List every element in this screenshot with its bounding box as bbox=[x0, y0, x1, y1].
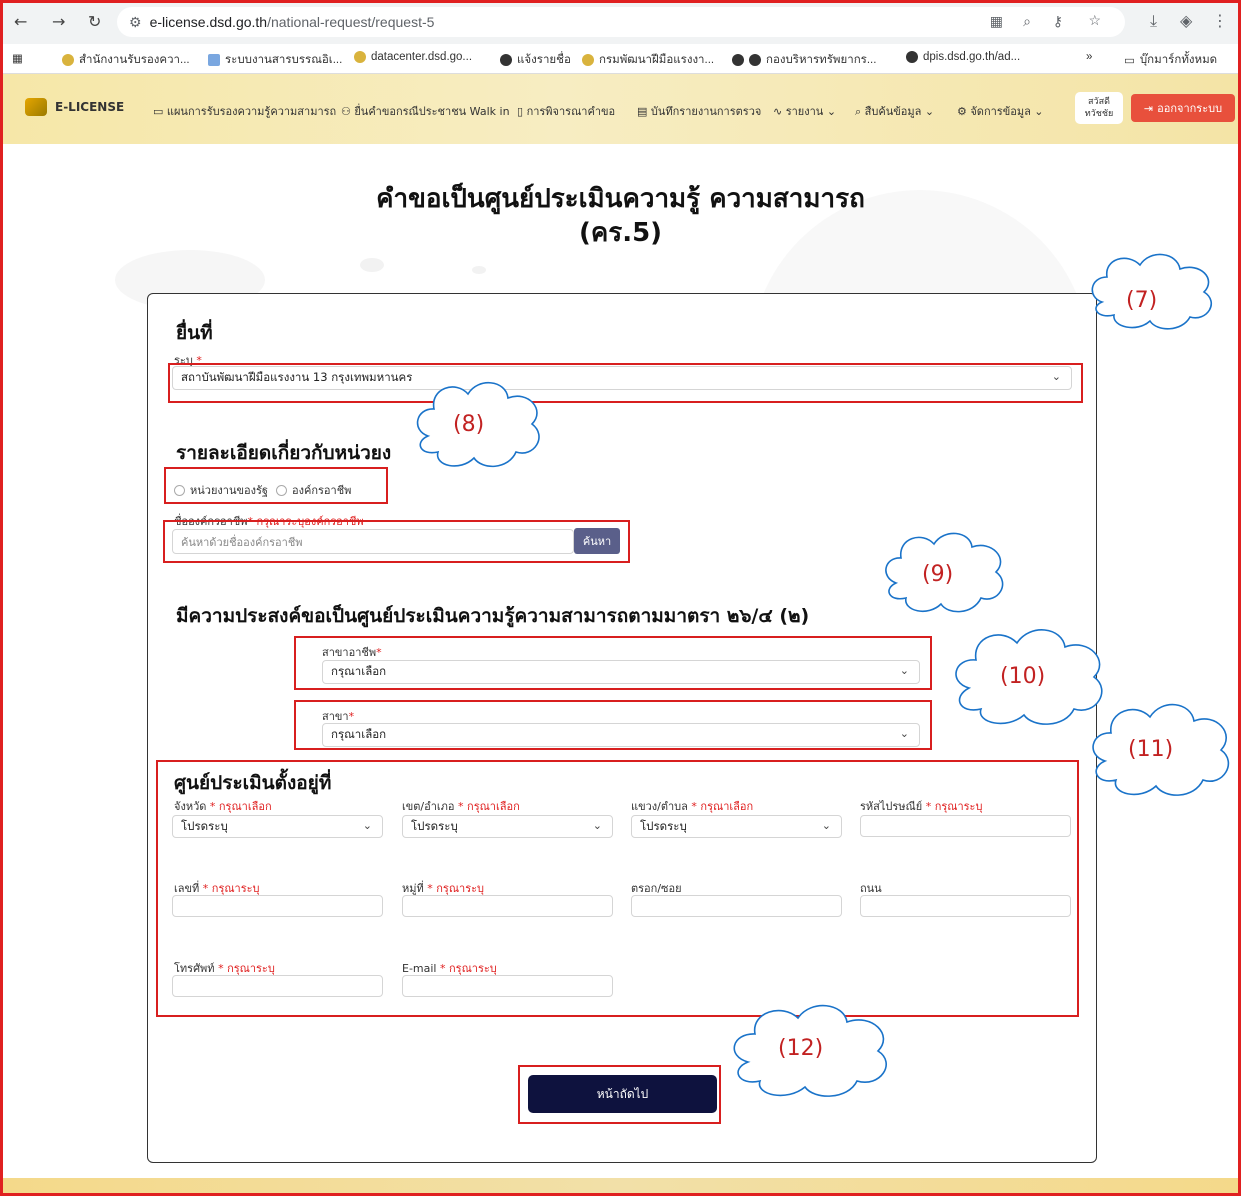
more-bookmarks-button[interactable]: » bbox=[1086, 51, 1092, 63]
page-title: คำขอเป็นศูนย์ประเมินความรู้ ความสามารถ (… bbox=[376, 184, 865, 248]
site-favicon-icon bbox=[62, 54, 74, 66]
folder-icon: ▭ bbox=[1124, 55, 1135, 67]
bookmark-item[interactable]: กองบริหารทรัพยากร... bbox=[732, 51, 876, 69]
annotation-box-radio bbox=[164, 467, 388, 504]
agency-heading: รายละเอียดเกี่ยวกับหน่วยง bbox=[176, 442, 392, 464]
nav-data-management[interactable]: ⚙ จัดการข้อมูล ⌄ bbox=[957, 102, 1044, 120]
nav-reports[interactable]: ∿ รายงาน ⌄ bbox=[773, 102, 836, 120]
bookmark-star-icon[interactable]: ☆ bbox=[1088, 12, 1101, 29]
app-logo[interactable]: E-LICENSE bbox=[25, 98, 124, 116]
annotation-label-11: (11) bbox=[1128, 737, 1174, 762]
globe-icon bbox=[732, 54, 744, 66]
annotation-label-12: (12) bbox=[778, 1036, 824, 1061]
annotation-box-9 bbox=[163, 520, 630, 563]
site-favicon-icon bbox=[354, 51, 366, 63]
annotation-box-8 bbox=[168, 363, 1083, 403]
user-greeting[interactable]: สวัสดี ทวัชชัย bbox=[1075, 92, 1123, 124]
logo-mark-icon bbox=[25, 98, 47, 116]
site-info-icon[interactable]: ⚙ bbox=[129, 14, 142, 31]
annotation-label-10: (10) bbox=[1000, 664, 1046, 689]
logout-icon: ⇥ bbox=[1143, 101, 1154, 115]
submit-at-heading: ยื่นที่ bbox=[176, 322, 213, 344]
app-header: E-LICENSE ▭ แผนการรับรองความรู้ความสามาร… bbox=[3, 74, 1238, 144]
globe-icon bbox=[500, 54, 512, 66]
url-host: e-license.dsd.go.th bbox=[149, 14, 268, 30]
back-icon[interactable]: ← bbox=[14, 12, 27, 31]
forward-icon[interactable]: → bbox=[52, 12, 65, 31]
bookmarks-bar: ▦ สำนักงานรับรองควา... ระบบงานสารบรรณอิเ… bbox=[0, 44, 1241, 74]
nav-inspection-report[interactable]: ▤ บันทึกรายงานการตรวจ bbox=[637, 102, 761, 120]
background-decor bbox=[360, 258, 384, 272]
nav-walk-in[interactable]: ⚇ ยื่นคำขอกรณีประชาชน Walk in bbox=[341, 102, 510, 120]
password-key-icon[interactable]: ⚷ bbox=[1053, 13, 1063, 30]
bookmark-item[interactable]: datacenter.dsd.go... bbox=[354, 51, 472, 63]
site-favicon-icon bbox=[582, 54, 594, 66]
annotation-box-10 bbox=[294, 636, 932, 690]
extension-icon[interactable]: ◈ bbox=[1180, 11, 1192, 30]
annotation-box-11 bbox=[156, 760, 1079, 1017]
annotation-label-8: (8) bbox=[453, 412, 485, 437]
download-icon[interactable]: ⤓ bbox=[1150, 11, 1157, 31]
annotation-box-12 bbox=[518, 1065, 721, 1124]
menu-kebab-icon[interactable]: ⋮ bbox=[1212, 11, 1228, 30]
address-bar[interactable]: ⚙ e-license.dsd.go.th/national-request/r… bbox=[117, 7, 1125, 37]
all-bookmarks-button[interactable]: ▭ บุ๊กมาร์กทั้งหมด bbox=[1124, 51, 1217, 69]
url-path: /national-request/request-5 bbox=[267, 14, 435, 30]
purpose-heading: มีความประสงค์ขอเป็นศูนย์ประเมินความรู้คว… bbox=[176, 605, 810, 627]
footer-strip bbox=[3, 1178, 1238, 1193]
bookmark-item[interactable]: แจ้งรายชื่อ bbox=[500, 51, 571, 69]
nav-consideration[interactable]: ▯ การพิจารณาคำขอ bbox=[517, 102, 615, 120]
bookmark-item[interactable]: กรมพัฒนาฝีมือแรงงา... bbox=[582, 51, 714, 69]
globe-icon bbox=[749, 54, 761, 66]
nav-plan[interactable]: ▭ แผนการรับรองความรู้ความสามารถ bbox=[153, 102, 336, 120]
background-decor bbox=[472, 266, 486, 274]
annotation-box-branch bbox=[294, 700, 932, 750]
bookmark-item[interactable]: dpis.dsd.go.th/ad... bbox=[906, 51, 1020, 63]
document-icon bbox=[208, 54, 220, 66]
annotation-label-7: (7) bbox=[1126, 288, 1158, 313]
browser-toolbar: ← → ↻ ⚙ e-license.dsd.go.th/national-req… bbox=[0, 0, 1241, 44]
zoom-icon[interactable]: ⌕ bbox=[1023, 13, 1031, 30]
annotation-label-9: (9) bbox=[922, 562, 954, 587]
apps-grid-icon[interactable]: ▦ bbox=[12, 51, 23, 65]
bookmark-item[interactable]: ระบบงานสารบรรณอิเ... bbox=[208, 51, 342, 69]
translate-icon[interactable]: ▦ bbox=[990, 13, 1003, 30]
reload-icon[interactable]: ↻ bbox=[88, 12, 101, 31]
globe-icon bbox=[906, 51, 918, 63]
logout-button[interactable]: ⇥ ออกจากระบบ bbox=[1131, 94, 1235, 122]
nav-search[interactable]: ⌕ สืบค้นข้อมูล ⌄ bbox=[855, 102, 934, 120]
bookmark-item[interactable]: สำนักงานรับรองควา... bbox=[62, 51, 190, 69]
